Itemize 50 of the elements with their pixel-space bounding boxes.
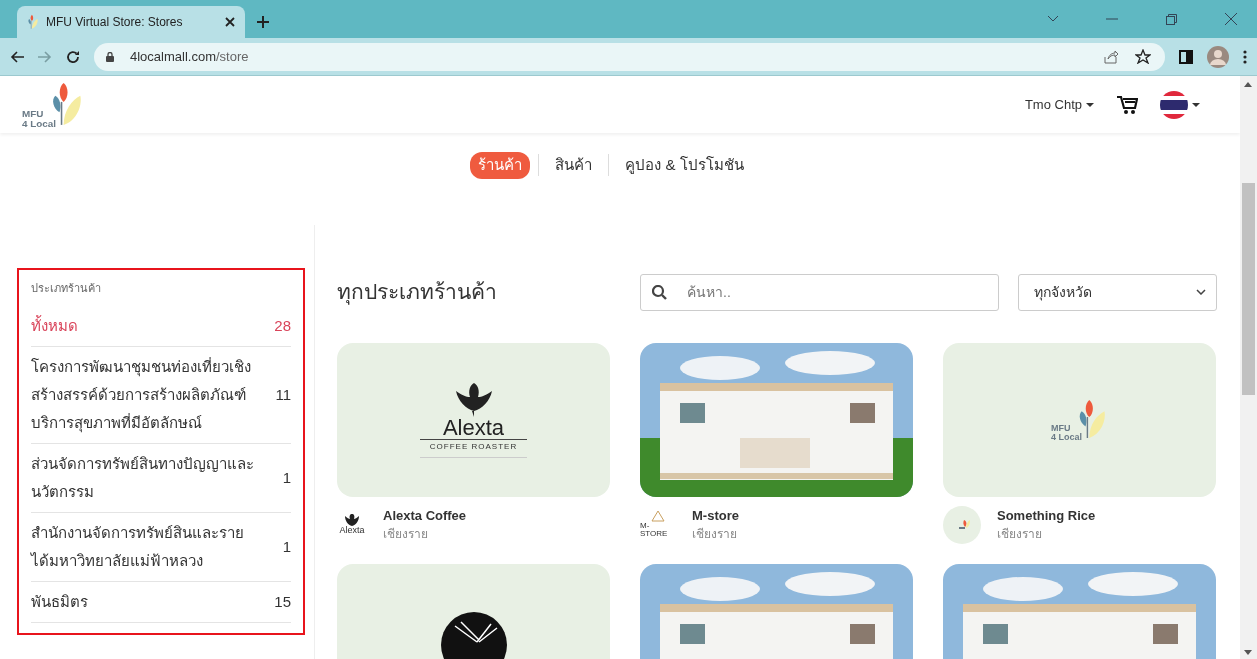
sidebar-title: ประเภทร้านค้า: [31, 280, 102, 296]
scroll-down-icon[interactable]: [1244, 650, 1252, 655]
lock-icon: [106, 51, 114, 62]
store-image-card[interactable]: MFU 4 Local: [943, 342, 1216, 497]
search-icon: [652, 284, 667, 300]
scroll-up-icon[interactable]: [1244, 82, 1252, 87]
category-item[interactable]: ทั้งหมด 28: [31, 306, 291, 347]
store-location: เชียงราย: [692, 526, 738, 543]
user-menu-button[interactable]: Tmo Chtp: [1023, 93, 1095, 116]
store-name[interactable]: M-store: [692, 505, 739, 525]
logo[interactable]: MFU 4 Local: [1051, 397, 1108, 442]
nav-tab[interactable]: สินค้า: [547, 152, 601, 179]
cart-icon[interactable]: [1117, 95, 1138, 114]
store-name[interactable]: Alexta Coffee: [383, 505, 467, 525]
store-avatar-icon: [943, 505, 981, 544]
address-bar[interactable]: 4localmall.com/store: [94, 42, 1165, 71]
chevron-down-icon: [1196, 289, 1206, 295]
category-item[interactable]: ส่วนจัดการทรัพย์สินทางปัญญาและนวัตกรรม 1: [31, 444, 291, 513]
page-heading: ทุกประเภทร้านค้า: [337, 279, 498, 307]
store-location: เชียงราย: [383, 526, 429, 543]
site-favicon: [27, 14, 38, 30]
reload-icon[interactable]: [66, 49, 80, 64]
tab-search-icon[interactable]: [1048, 16, 1058, 22]
side-panel-icon[interactable]: [1179, 49, 1193, 64]
category-item[interactable]: สำนักงานจัดการทรัพย์สินและรายได้มหาวิทยาลัยแม่ฟ้าหลวง 1: [31, 513, 291, 582]
close-icon[interactable]: [1225, 13, 1237, 25]
close-tab-icon[interactable]: [225, 17, 235, 27]
language-menu-button[interactable]: [1160, 90, 1200, 119]
browser-tab[interactable]: MFU Virtual Store: Stores: [17, 6, 245, 38]
store-location: เชียงราย: [997, 526, 1043, 544]
caret-icon: [1086, 102, 1094, 107]
menu-icon[interactable]: [1243, 49, 1247, 64]
new-tab-icon[interactable]: [257, 16, 269, 28]
logo[interactable]: MFU 4 Local: [22, 80, 85, 129]
caret-icon: [1192, 102, 1200, 107]
scrollbar-thumb[interactable]: [1242, 183, 1255, 395]
restore-icon[interactable]: [1166, 13, 1177, 25]
bookmark-star-icon[interactable]: [1135, 49, 1151, 64]
back-icon[interactable]: [10, 50, 24, 63]
store-name[interactable]: Something Rice: [997, 505, 1096, 526]
logo: [440, 611, 507, 659]
category-item[interactable]: โครงการพัฒนาชุมชนท่องเที่ยวเชิงสร้างสรรค์ด้วยการสร้างผลิตภัณฑ์บริการสุขภาพที่มีอัตลักษณ์ 11: [31, 347, 291, 444]
flag-icon: [1160, 90, 1188, 119]
search-field[interactable]: ค้นหา..: [640, 273, 999, 311]
category-item[interactable]: พันธมิตร 15: [31, 582, 291, 623]
province-select[interactable]: ทุกจังหวัด: [1018, 273, 1217, 311]
store-image-card[interactable]: Alexta COFFEE ROASTER: [337, 342, 610, 497]
nav-tab[interactable]: คูปอง & โปรโมชัน: [617, 152, 752, 179]
share-icon[interactable]: [1102, 49, 1119, 64]
logo: Alexta COFFEE ROASTER: [419, 381, 528, 458]
